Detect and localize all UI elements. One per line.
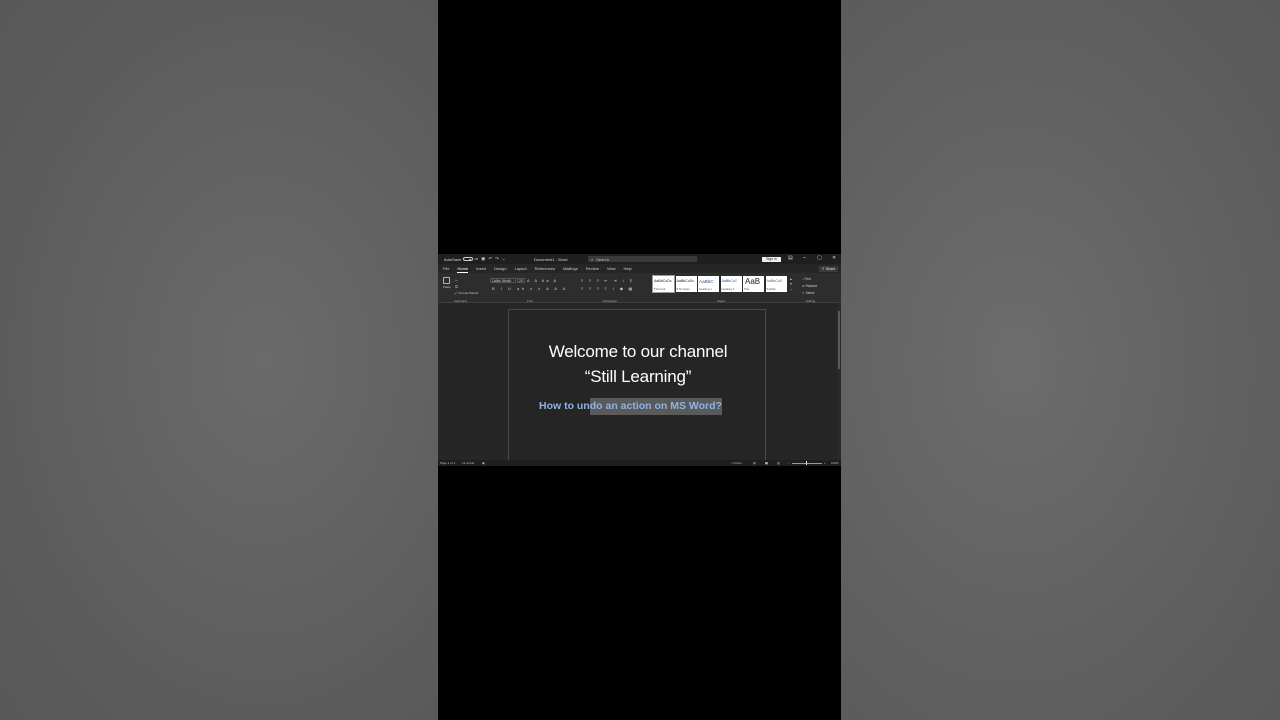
tab-design[interactable]: Design bbox=[494, 266, 506, 271]
replace-button[interactable]: ⇄ Replace bbox=[802, 283, 817, 290]
word-count[interactable]: 14 words bbox=[462, 461, 474, 465]
subtitle-selected-text: do an action on MS Word? bbox=[589, 398, 722, 415]
restore-icon[interactable]: ▢ bbox=[817, 255, 822, 261]
tab-mailings[interactable]: Mailings bbox=[563, 266, 578, 271]
tab-layout[interactable]: Layout bbox=[515, 266, 527, 271]
autosave-toggle[interactable] bbox=[463, 257, 474, 261]
heading-line-2[interactable]: “Still Learning” bbox=[509, 367, 767, 387]
document-page[interactable]: Welcome to our channel “Still Learning” … bbox=[508, 309, 766, 460]
title-bar: AutoSave Off ▣ ↶ ↷ ⌄ Document1 - Word ⌕ … bbox=[438, 254, 841, 264]
zoom-level[interactable]: 100% bbox=[831, 461, 839, 465]
tab-view[interactable]: View bbox=[607, 266, 616, 271]
clipboard-icon bbox=[443, 277, 450, 284]
tab-insert[interactable]: Insert bbox=[476, 266, 486, 271]
select-button[interactable]: ↖ Select bbox=[802, 290, 817, 297]
scrollbar-thumb[interactable] bbox=[838, 311, 840, 369]
copy-icon[interactable]: ⧉ bbox=[455, 284, 458, 289]
style-preview: AaBbCcDc bbox=[654, 279, 672, 283]
style-no-spacing[interactable]: AaBbCcDc ¶ No Spac... bbox=[675, 276, 697, 292]
style-preview: AaBbCcD bbox=[766, 279, 783, 283]
format-painter-label: Format Painter bbox=[458, 291, 479, 295]
style-title[interactable]: AaB Title bbox=[743, 276, 764, 292]
blurred-background-right bbox=[841, 0, 1280, 720]
style-name: Title bbox=[744, 287, 750, 291]
tab-file[interactable]: File bbox=[443, 266, 449, 271]
tab-help[interactable]: Help bbox=[623, 266, 631, 271]
editing-group: ⌕ Find ⇄ Replace ↖ Select bbox=[802, 276, 817, 297]
search-icon: ⌕ bbox=[591, 256, 594, 262]
print-layout-icon[interactable]: ▦ bbox=[765, 461, 768, 465]
font-format-icons[interactable]: B I U ab x x A A A bbox=[492, 286, 568, 291]
blurred-background-left bbox=[0, 0, 438, 720]
ribbon-tabs: File Home Insert Design Layout Reference… bbox=[438, 264, 841, 273]
format-painter-button[interactable]: 🖌 Format Painter bbox=[454, 291, 479, 295]
style-preview: AaB bbox=[745, 277, 761, 286]
alignment-icons[interactable]: ≡ ≡ ≡ ≡ ↕ ◆ ▦ bbox=[581, 286, 634, 291]
sign-in-button[interactable]: Sign in bbox=[762, 256, 781, 262]
undo-icon[interactable]: ↶ bbox=[488, 256, 492, 262]
list-and-indent-icons[interactable]: ≡ ≡ ≡ ⇤ ⇥ ↕ ¶ bbox=[581, 278, 634, 283]
focus-label: Focus bbox=[733, 461, 742, 466]
replace-label: Replace bbox=[805, 284, 818, 288]
brush-icon: 🖌 bbox=[454, 291, 458, 295]
document-title: Document1 - Word bbox=[534, 257, 568, 262]
zoom-slider-handle[interactable] bbox=[806, 461, 808, 465]
vertical-scrollbar[interactable] bbox=[837, 303, 841, 460]
ribbon-display-icon[interactable]: ▤ bbox=[788, 255, 793, 261]
tab-review[interactable]: Review bbox=[586, 266, 599, 271]
style-name: Heading 2 bbox=[721, 287, 735, 291]
share-button[interactable]: ⇪ Share bbox=[819, 265, 838, 272]
styles-gallery: AaBbCcDc ¶ Normal AaBbCcDc ¶ No Spac... … bbox=[652, 275, 793, 293]
document-area: Welcome to our channel “Still Learning” … bbox=[438, 303, 841, 460]
search-box[interactable]: ⌕ Search bbox=[588, 256, 697, 262]
tab-home[interactable]: Home bbox=[457, 266, 468, 273]
style-name: ¶ Normal bbox=[654, 287, 666, 291]
style-name: Heading 1 bbox=[699, 287, 712, 291]
zoom-out-icon[interactable]: – bbox=[788, 461, 790, 465]
font-size-select[interactable]: 20 bbox=[517, 278, 525, 283]
styles-scroll-icon[interactable]: ▴ ▾ ⌄ bbox=[790, 277, 793, 292]
word-window: AutoSave Off ▣ ↶ ↷ ⌄ Document1 - Word ⌕ … bbox=[438, 254, 841, 466]
customize-toolbar-icon[interactable]: ⌄ bbox=[502, 256, 506, 262]
style-heading-1[interactable]: AaBbC Heading 1 bbox=[698, 276, 719, 292]
status-bar: Page 1 of 1 14 words ▣ ⌗ Focus ▤ ▦ ▥ – +… bbox=[438, 460, 841, 466]
zoom-in-icon[interactable]: + bbox=[824, 461, 826, 465]
search-placeholder: Search bbox=[596, 256, 609, 262]
proofing-icon[interactable]: ▣ bbox=[482, 461, 485, 465]
style-heading-2[interactable]: AaBbCcC Heading 2 bbox=[720, 276, 742, 292]
minimize-icon[interactable]: – bbox=[803, 255, 806, 261]
autosave-label: AutoSave bbox=[444, 256, 462, 262]
style-name: ¶ No Spac... bbox=[676, 287, 692, 291]
focus-button[interactable]: ⌗ Focus bbox=[731, 461, 742, 465]
style-preview: AaBbC bbox=[699, 279, 714, 284]
tab-references[interactable]: References bbox=[535, 266, 555, 271]
heading-line-1[interactable]: Welcome to our channel bbox=[509, 342, 767, 362]
autosave-state: Off bbox=[474, 257, 479, 261]
close-icon[interactable]: ✕ bbox=[832, 255, 836, 261]
find-button[interactable]: ⌕ Find bbox=[802, 276, 817, 283]
style-normal[interactable]: AaBbCcDc ¶ Normal bbox=[652, 275, 675, 293]
style-preview: AaBbCcDc bbox=[676, 279, 695, 283]
font-name-select[interactable]: Calibri (Body) bbox=[490, 278, 516, 283]
subtitle-text[interactable]: How to undo an action on MS Word? bbox=[539, 398, 722, 415]
style-name: Subtitle bbox=[766, 287, 776, 291]
cut-icon[interactable]: ✂ bbox=[455, 278, 458, 283]
subtitle-unselected: How to un bbox=[539, 400, 590, 412]
ribbon-home: Paste ✂ ⧉ 🖌 Format Painter Calibri (Body… bbox=[438, 273, 841, 303]
select-label: Select bbox=[805, 291, 815, 295]
redo-icon[interactable]: ↷ bbox=[495, 256, 499, 262]
font-size-adjust-icons[interactable]: A A Aa A bbox=[527, 278, 558, 283]
find-label: Find bbox=[804, 277, 811, 281]
web-layout-icon[interactable]: ▥ bbox=[777, 461, 780, 465]
share-icon: ⇪ bbox=[821, 266, 825, 271]
paste-label: Paste bbox=[443, 285, 451, 289]
style-preview: AaBbCcC bbox=[721, 279, 738, 283]
save-icon[interactable]: ▣ bbox=[481, 256, 485, 262]
page-count[interactable]: Page 1 of 1 bbox=[440, 461, 455, 465]
style-subtitle[interactable]: AaBbCcD Subtitle bbox=[765, 276, 787, 292]
share-label: Share bbox=[825, 266, 836, 271]
read-mode-icon[interactable]: ▤ bbox=[753, 461, 756, 465]
paste-button[interactable]: Paste bbox=[443, 277, 451, 291]
